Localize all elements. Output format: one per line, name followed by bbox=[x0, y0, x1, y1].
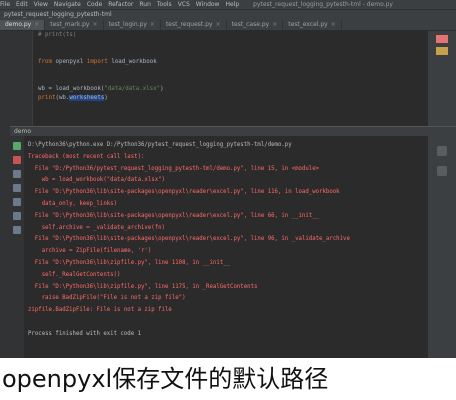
editor-tab[interactable]: test_mark.py × bbox=[45, 20, 104, 30]
run-console: D:\Python36\python.exe D:/Python36/pytes… bbox=[10, 136, 428, 358]
code-token: import bbox=[86, 59, 108, 65]
window-title: pytest_request_logging_pytesth-tml - dem… bbox=[253, 1, 393, 8]
close-icon[interactable]: × bbox=[272, 21, 277, 28]
tab-label: test_request.py bbox=[165, 21, 213, 28]
close-icon[interactable]: × bbox=[150, 21, 155, 28]
console-line: D:\Python36\python.exe D:/Python36/pytes… bbox=[28, 142, 292, 148]
scroll-down-icon[interactable] bbox=[13, 184, 21, 192]
editor-tab[interactable]: test_excel.py × bbox=[283, 20, 342, 30]
menu-item-view[interactable]: View bbox=[34, 1, 48, 8]
run-tool-header: demo bbox=[10, 126, 456, 136]
console-line: Process finished with exit code 1 bbox=[28, 330, 141, 337]
run-tab[interactable]: demo bbox=[14, 128, 31, 135]
code-line: print(wb.worksheets) bbox=[38, 94, 428, 103]
right-tool-strip bbox=[428, 31, 456, 131]
console-line: wb = load_workbook("data/data.xlsx") bbox=[28, 177, 165, 184]
line-gutter bbox=[10, 31, 33, 126]
console-line: File "D:\Python36\lib\zipfile.py", line … bbox=[28, 259, 231, 266]
run-toolbar bbox=[10, 136, 24, 358]
close-icon[interactable]: × bbox=[92, 21, 97, 28]
code-line: # print(ts) bbox=[38, 31, 428, 40]
editor-tab[interactable]: test_case.py × bbox=[227, 20, 284, 30]
print-icon[interactable] bbox=[13, 212, 21, 220]
code-line: from openpyxl import load_workbook bbox=[38, 58, 428, 67]
console-line: Traceback (most recent call last): bbox=[28, 153, 145, 160]
menu-item-window[interactable]: Window bbox=[196, 1, 220, 8]
menu-item-refactor[interactable]: Refactor bbox=[108, 1, 133, 8]
console-line: self._RealGetContents() bbox=[28, 271, 121, 278]
editor-tab[interactable]: test_request.py × bbox=[161, 20, 227, 30]
console-line: self.archive = _validate_archive(fn) bbox=[28, 224, 165, 231]
project-path[interactable]: pytest_request_logging_pytesth-tml bbox=[4, 11, 112, 18]
settings-icon[interactable] bbox=[437, 146, 447, 156]
code-token: openpyxl bbox=[51, 59, 87, 65]
menu-item-file[interactable]: File bbox=[0, 1, 10, 8]
tab-label: test_excel.py bbox=[288, 21, 328, 28]
trash-icon[interactable] bbox=[13, 226, 21, 234]
console-line: raise BadZipFile("File is not a zip file… bbox=[28, 295, 186, 302]
navigation-bar: pytest_request_logging_pytesth-tml bbox=[0, 9, 456, 18]
warning-marker-icon[interactable] bbox=[436, 47, 448, 55]
editor-tab-bar: demo.py × test_mark.py × test_login.py × test_… bbox=[0, 18, 456, 31]
stop-icon[interactable] bbox=[13, 156, 21, 164]
console-line: File "D:\Python36\lib\site-packages\open… bbox=[28, 189, 340, 196]
editor-tab[interactable]: test_login.py × bbox=[104, 20, 161, 30]
code-token: worksheets bbox=[69, 95, 105, 101]
console-line: File "D:\Python36\lib\site-packages\open… bbox=[28, 212, 320, 219]
code-area[interactable]: # print(ts) from openpyxl import load_wor… bbox=[38, 31, 428, 103]
code-token: wb = load_workbook( bbox=[38, 86, 105, 92]
code-token: load_workbook bbox=[107, 59, 157, 65]
code-token: # print(ts) bbox=[38, 32, 77, 38]
code-token: print bbox=[38, 95, 56, 101]
console-line: archive = ZipFile(filename, 'r') bbox=[28, 248, 152, 255]
close-icon[interactable]: × bbox=[331, 21, 336, 28]
code-token: ) bbox=[160, 86, 164, 92]
soft-wrap-icon[interactable] bbox=[13, 198, 21, 206]
menu-item-navigate[interactable]: Navigate bbox=[54, 1, 81, 8]
menu-item-vcs[interactable]: VCS bbox=[178, 1, 190, 8]
close-icon[interactable]: × bbox=[34, 21, 39, 28]
tab-label: test_mark.py bbox=[50, 21, 90, 28]
tab-label: demo.py bbox=[5, 21, 32, 28]
code-token: ) bbox=[104, 95, 108, 101]
caption-text: openpyxl保存文件的默认路径 bbox=[0, 358, 456, 400]
rerun-icon[interactable] bbox=[13, 142, 21, 150]
close-icon[interactable]: × bbox=[216, 21, 221, 28]
console-line: data_only, keep_links) bbox=[28, 200, 118, 207]
console-line: zipfile.BadZipFile: File is not a zip fi… bbox=[28, 307, 172, 314]
menu-item-run[interactable]: Run bbox=[139, 1, 151, 8]
console-output[interactable]: D:\Python36\python.exe D:/Python36/pytes… bbox=[28, 140, 424, 341]
error-marker-icon[interactable] bbox=[436, 35, 448, 43]
tab-label: test_case.py bbox=[231, 21, 270, 28]
console-line: File "D:/Python36/pytest_request_logging… bbox=[28, 165, 320, 172]
menu-item-code[interactable]: Code bbox=[87, 1, 102, 8]
code-token: (wb. bbox=[55, 95, 70, 101]
scroll-up-icon[interactable] bbox=[13, 170, 21, 178]
code-editor[interactable]: # print(ts) from openpyxl import load_wor… bbox=[10, 31, 428, 126]
code-token: "data/data.xlsx" bbox=[104, 86, 161, 92]
code-line: wb = load_workbook("data/data.xlsx") bbox=[38, 85, 428, 94]
menu-bar: File Edit View Navigate Code Refactor Run Tools… bbox=[0, 0, 456, 9]
right-console-strip bbox=[428, 136, 456, 358]
editor-tab[interactable]: demo.py × bbox=[0, 20, 46, 30]
console-line: File "D:\Python36\lib\zipfile.py", line … bbox=[28, 283, 258, 290]
tab-label: test_login.py bbox=[108, 21, 147, 28]
console-line: File "D:\Python36\lib\site-packages\open… bbox=[28, 236, 350, 243]
menu-item-tools[interactable]: Tools bbox=[157, 1, 172, 8]
pin-icon[interactable] bbox=[437, 166, 447, 176]
code-token: from bbox=[38, 59, 52, 65]
menu-item-edit[interactable]: Edit bbox=[16, 1, 28, 8]
menu-item-help[interactable]: Help bbox=[225, 1, 239, 8]
